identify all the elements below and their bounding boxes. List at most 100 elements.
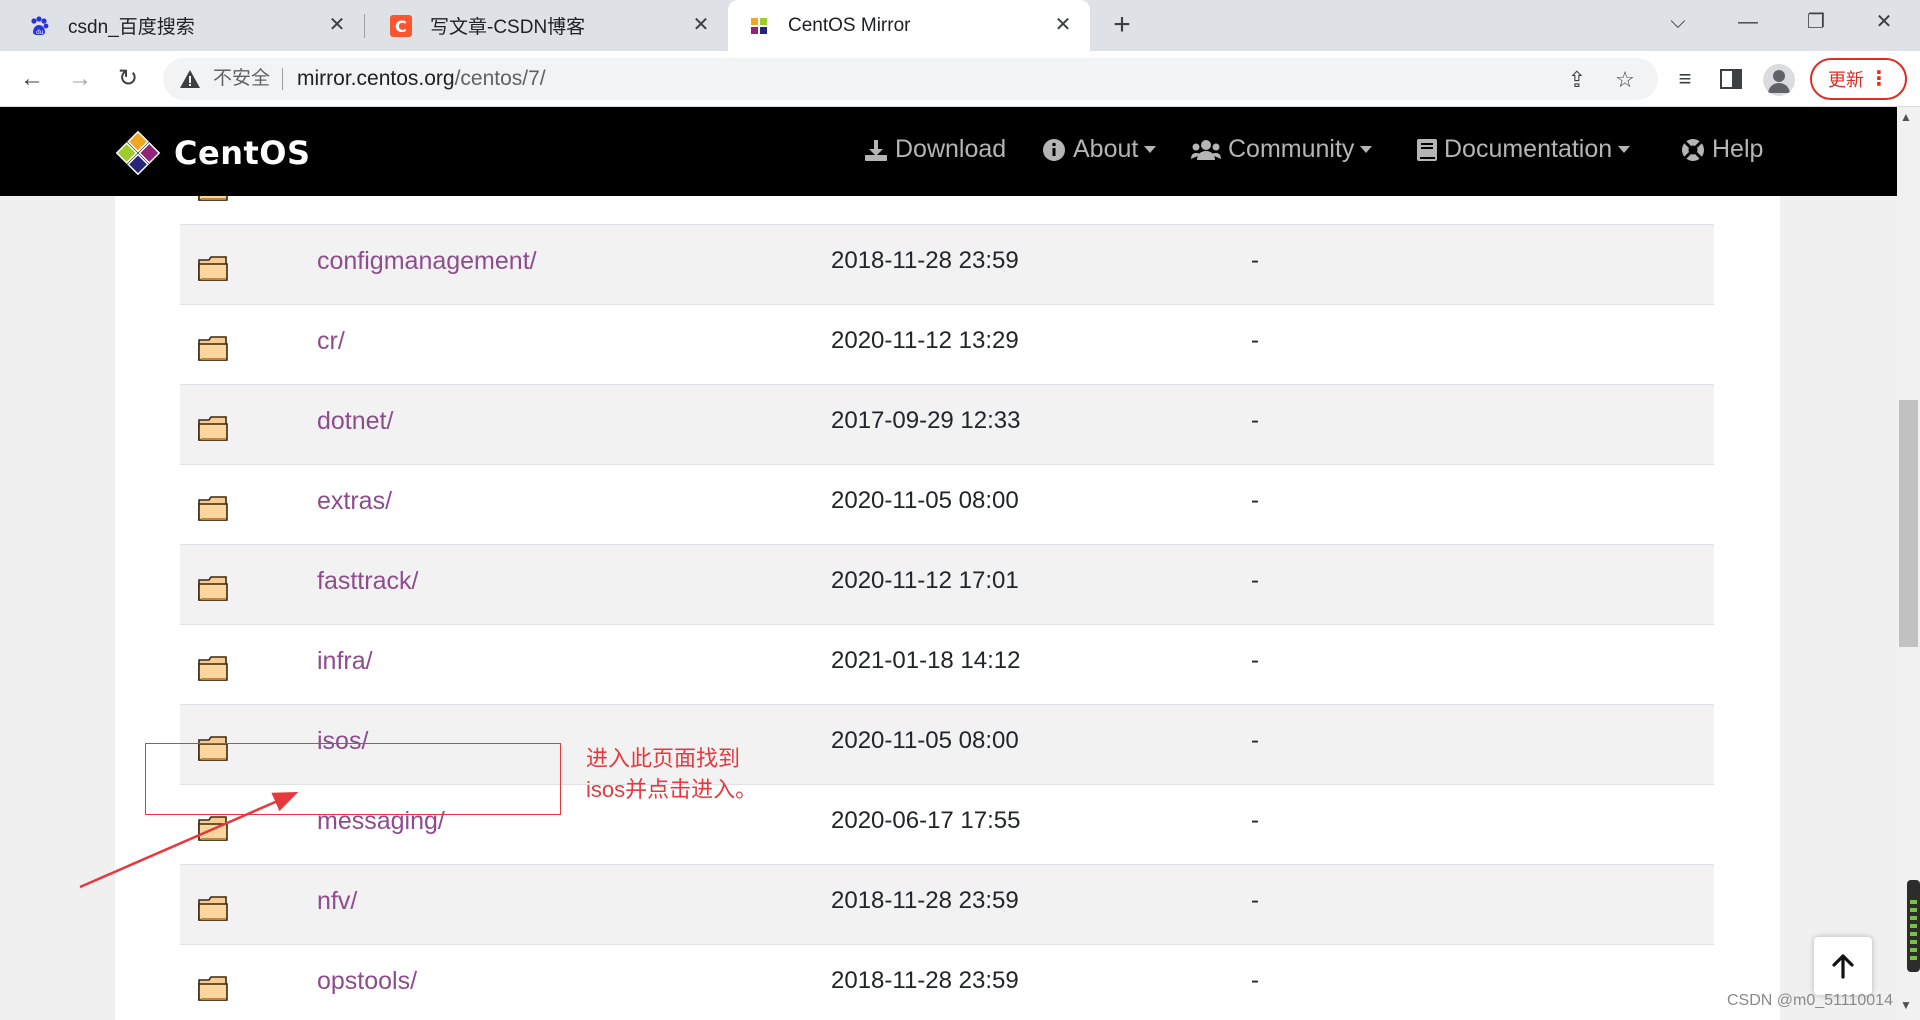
nav-label: About [1073,135,1139,163]
more-vert-icon[interactable]: ⋮ [1869,67,1889,91]
tab-title: 写文章-CSDN博客 [430,17,586,38]
tab-csdn[interactable]: C 写文章-CSDN博客 ✕ [364,0,728,51]
warning-triangle-icon [180,70,200,88]
scrollbar-thumb[interactable] [1899,400,1918,647]
nav-documentation[interactable]: Documentation [1417,135,1631,164]
modified-date: 2018-11-28 23:59 [831,887,1019,914]
back-to-top-button[interactable] [1814,937,1872,995]
users-icon [1191,139,1221,160]
reading-list-icon[interactable]: ≡ [1670,64,1700,94]
modified-date: 2020-11-12 17:01 [831,567,1019,594]
caret-down-icon [1144,146,1157,153]
share-icon[interactable]: ⇪ [1564,67,1590,93]
nav-community[interactable]: Community [1191,135,1373,164]
directory-link[interactable]: dotnet/ [317,407,393,436]
nav-label: Community [1228,135,1355,163]
file-size: - [1251,487,1259,514]
download-icon [865,139,887,161]
file-size: - [1251,647,1259,674]
tab-baidu[interactable]: du csdn_百度搜索 ✕ [0,0,364,51]
csdn-watermark: CSDN @m0_51110014 [1727,992,1893,1009]
modified-date: 2020-11-05 08:00 [831,727,1019,754]
modified-date: 2017-09-29 12:33 [831,407,1021,434]
browser-tab-strip: du csdn_百度搜索 ✕ C 写文章-CSDN博客 ✕ CentOS Mir… [0,0,1920,51]
close-tab-icon[interactable]: ✕ [690,14,712,36]
directory-link[interactable]: infra/ [317,647,373,676]
file-size: - [1251,887,1259,914]
minimize-button[interactable]: — [1720,6,1776,38]
file-size: - [1251,967,1259,994]
file-size: - [1251,567,1259,594]
caret-down-icon [1360,146,1373,153]
url-path: /centos/7/ [454,67,546,90]
profile-avatar[interactable] [1763,64,1795,96]
annotation-text: 进入此页面找到 isos并点击进入。 [586,746,758,802]
modified-date: 2021-01-18 14:12 [831,647,1021,674]
nav-label: Download [895,135,1007,163]
nav-label: Help [1712,135,1764,163]
centos-logo-icon [115,130,161,176]
table-row: configmanagement/2018-11-28 23:59 - [180,225,1714,305]
directory-link[interactable]: nfv/ [317,887,357,916]
security-label: 不安全 [213,68,284,90]
close-tab-icon[interactable]: ✕ [326,14,348,36]
table-row: cr/2020-11-12 13:29 - [180,305,1714,385]
table-row: fasttrack/2020-11-12 17:01 - [180,545,1714,625]
svg-text:du: du [36,29,44,36]
back-arrow-icon[interactable]: ← [14,61,50,97]
lifering-icon [1682,138,1704,161]
brand-text: CentOS [174,134,311,172]
centos-brand-link[interactable]: CentOS [114,129,311,177]
file-size: - [1251,407,1259,434]
arrow-up-icon [1832,954,1854,979]
reload-icon[interactable]: ↻ [110,61,146,97]
tab-title: CentOS Mirror [788,14,911,36]
modified-date: 2018-11-28 23:59 [831,967,1019,994]
table-row: opstools/2018-11-28 23:59 - [180,945,1714,1020]
nav-label: Documentation [1444,135,1613,163]
file-size: - [1251,247,1259,274]
modified-date: 2018-11-28 23:59 [831,247,1019,274]
new-tab-button[interactable]: + [1106,10,1138,42]
restore-button[interactable]: ❐ [1788,6,1844,38]
table-row: dotnet/2017-09-29 12:33 - [180,385,1714,465]
centos-site-header: CentOS Download About Community Document… [0,107,1897,196]
annotation-arrow [79,791,299,889]
csdn-c-icon: C [390,14,412,37]
close-tab-icon[interactable]: ✕ [1052,14,1074,36]
tab-search-chevron-icon[interactable]: ⌵ [1650,6,1706,38]
nav-about[interactable]: About [1042,135,1157,164]
page-viewport: cloud/2018-11-28 22:59-configmanagement/… [0,107,1897,1020]
directory-link[interactable]: fasttrack/ [317,567,418,596]
nav-download[interactable]: Download [864,135,1006,164]
update-label: 更新 [1828,70,1864,90]
address-bar[interactable]: 不安全 mirror.centos.org/centos/7/ ⇪ ☆ [163,58,1658,100]
file-size: - [1251,727,1259,754]
tab-title: csdn_百度搜索 [68,17,195,38]
directory-link[interactable]: opstools/ [317,967,417,996]
directory-link[interactable]: cr/ [317,327,345,356]
forward-arrow-icon[interactable]: → [62,61,98,97]
update-button[interactable]: 更新 ⋮ [1810,58,1907,100]
scroll-up-arrow-icon[interactable]: ▲ [1900,110,1912,124]
side-panel-icon[interactable] [1716,64,1746,94]
directory-link[interactable]: configmanagement/ [317,247,537,276]
svg-text:C: C [395,17,407,36]
level-meter-widget [1907,880,1920,972]
caret-down-icon [1618,146,1631,153]
directory-link[interactable]: extras/ [317,487,392,516]
url-host: mirror.centos.org [297,67,455,90]
modified-date: 2020-11-12 13:29 [831,327,1019,354]
file-size: - [1251,807,1259,834]
window-close-button[interactable]: ✕ [1856,6,1912,38]
modified-date: 2020-06-17 17:55 [831,807,1021,834]
table-row: infra/2021-01-18 14:12 - [180,625,1714,705]
scroll-down-arrow-icon[interactable]: ▼ [1900,998,1912,1012]
table-row: extras/2020-11-05 08:00 - [180,465,1714,545]
tab-centos-mirror[interactable]: CentOS Mirror ✕ [728,0,1090,51]
file-size: - [1251,327,1259,354]
centos-logo-icon [748,15,770,37]
bookmark-star-icon[interactable]: ☆ [1612,67,1638,93]
nav-help[interactable]: Help [1681,135,1763,164]
folder-icon [198,975,228,1002]
